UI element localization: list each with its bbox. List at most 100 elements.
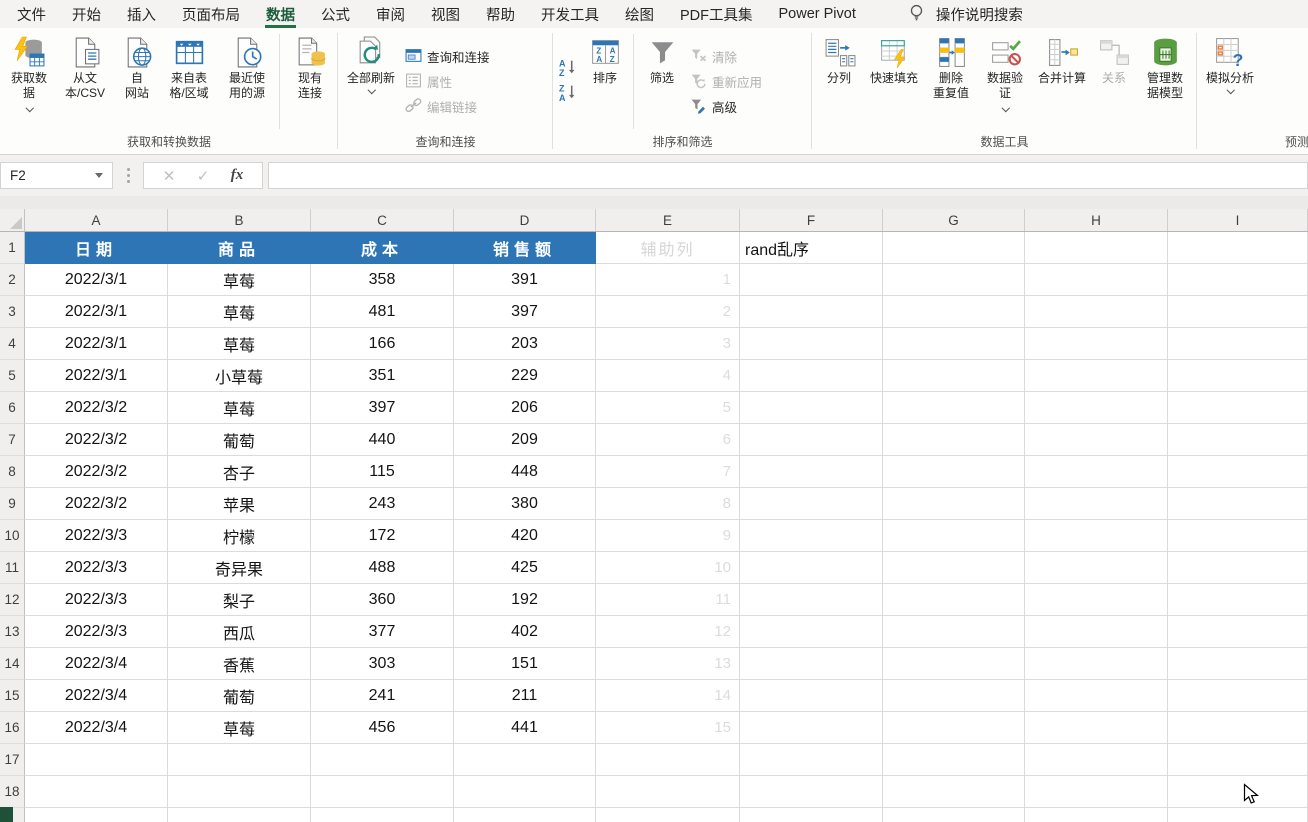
cell-F4[interactable] bbox=[740, 328, 883, 360]
cell-A18[interactable] bbox=[25, 776, 168, 808]
cell-F5[interactable] bbox=[740, 360, 883, 392]
column-header-F[interactable]: F bbox=[740, 209, 883, 231]
cell-E9[interactable]: 8 bbox=[596, 488, 740, 520]
cell-A12[interactable]: 2022/3/3 bbox=[25, 584, 168, 616]
cell-H7[interactable] bbox=[1025, 424, 1168, 456]
get-data-button[interactable]: 获取数据 bbox=[2, 30, 56, 133]
cell-G18[interactable] bbox=[883, 776, 1025, 808]
select-all-corner[interactable] bbox=[0, 209, 25, 231]
cell-C6[interactable]: 397 bbox=[311, 392, 454, 424]
cell-G12[interactable] bbox=[883, 584, 1025, 616]
properties-button[interactable]: 属性 bbox=[405, 71, 490, 93]
cell-I7[interactable] bbox=[1168, 424, 1308, 456]
cell-B5[interactable]: 小草莓 bbox=[168, 360, 311, 392]
cell-I2[interactable] bbox=[1168, 264, 1308, 296]
cell-B15[interactable]: 葡萄 bbox=[168, 680, 311, 712]
cell-A15[interactable]: 2022/3/4 bbox=[25, 680, 168, 712]
cell-G1[interactable] bbox=[883, 232, 1025, 264]
cell-C10[interactable]: 172 bbox=[311, 520, 454, 552]
cell-F3[interactable] bbox=[740, 296, 883, 328]
cell-E14[interactable]: 13 bbox=[596, 648, 740, 680]
row-header-8[interactable]: 8 bbox=[0, 456, 25, 488]
refresh-all-button[interactable]: 全部刷新 bbox=[340, 30, 402, 133]
cell-B19[interactable] bbox=[168, 808, 311, 822]
row-header-9[interactable]: 9 bbox=[0, 488, 25, 520]
cell-G4[interactable] bbox=[883, 328, 1025, 360]
cell-I10[interactable] bbox=[1168, 520, 1308, 552]
cell-C8[interactable]: 115 bbox=[311, 456, 454, 488]
cell-I13[interactable] bbox=[1168, 616, 1308, 648]
sort-descending-button[interactable]: ZA bbox=[558, 83, 577, 105]
cell-C13[interactable]: 377 bbox=[311, 616, 454, 648]
cell-C7[interactable]: 440 bbox=[311, 424, 454, 456]
row-header-16[interactable]: 16 bbox=[0, 712, 25, 744]
cell-C14[interactable]: 303 bbox=[311, 648, 454, 680]
name-box-dropdown-icon[interactable] bbox=[95, 173, 103, 178]
row-header-5[interactable]: 5 bbox=[0, 360, 25, 392]
cell-I19[interactable] bbox=[1168, 808, 1308, 822]
cell-F15[interactable] bbox=[740, 680, 883, 712]
row-header-2[interactable]: 2 bbox=[0, 264, 25, 296]
cell-I9[interactable] bbox=[1168, 488, 1308, 520]
cell-G3[interactable] bbox=[883, 296, 1025, 328]
cell-F17[interactable] bbox=[740, 744, 883, 776]
insert-function-icon[interactable]: fx bbox=[231, 167, 244, 184]
cell-F6[interactable] bbox=[740, 392, 883, 424]
cell-A14[interactable]: 2022/3/4 bbox=[25, 648, 168, 680]
cell-G9[interactable] bbox=[883, 488, 1025, 520]
row-header-15[interactable]: 15 bbox=[0, 680, 25, 712]
cell-G13[interactable] bbox=[883, 616, 1025, 648]
cell-E6[interactable]: 5 bbox=[596, 392, 740, 424]
cell-G8[interactable] bbox=[883, 456, 1025, 488]
cell-G10[interactable] bbox=[883, 520, 1025, 552]
cell-D3[interactable]: 397 bbox=[454, 296, 596, 328]
cell-H8[interactable] bbox=[1025, 456, 1168, 488]
column-header-A[interactable]: A bbox=[25, 209, 168, 231]
cell-E4[interactable]: 3 bbox=[596, 328, 740, 360]
cell-H18[interactable] bbox=[1025, 776, 1168, 808]
column-header-C[interactable]: C bbox=[311, 209, 454, 231]
cell-F2[interactable] bbox=[740, 264, 883, 296]
cell-H2[interactable] bbox=[1025, 264, 1168, 296]
cell-C19[interactable] bbox=[311, 808, 454, 822]
cell-D15[interactable]: 211 bbox=[454, 680, 596, 712]
menu-tab-2[interactable]: 插入 bbox=[114, 0, 169, 28]
cell-B8[interactable]: 杏子 bbox=[168, 456, 311, 488]
consolidate-button[interactable]: 合并计算 bbox=[1032, 30, 1092, 133]
cell-D5[interactable]: 229 bbox=[454, 360, 596, 392]
cell-D18[interactable] bbox=[454, 776, 596, 808]
menu-tab-6[interactable]: 审阅 bbox=[363, 0, 418, 28]
cell-D6[interactable]: 206 bbox=[454, 392, 596, 424]
cell-A4[interactable]: 2022/3/1 bbox=[25, 328, 168, 360]
cell-D13[interactable]: 402 bbox=[454, 616, 596, 648]
cell-F1[interactable]: rand乱序 bbox=[740, 232, 883, 264]
menu-tab-1[interactable]: 开始 bbox=[59, 0, 114, 28]
cell-G7[interactable] bbox=[883, 424, 1025, 456]
cell-A7[interactable]: 2022/3/2 bbox=[25, 424, 168, 456]
cell-A8[interactable]: 2022/3/2 bbox=[25, 456, 168, 488]
text-to-columns-button[interactable]: 分列 bbox=[814, 30, 864, 133]
cell-I6[interactable] bbox=[1168, 392, 1308, 424]
cell-B14[interactable]: 香蕉 bbox=[168, 648, 311, 680]
cell-E5[interactable]: 4 bbox=[596, 360, 740, 392]
cell-B13[interactable]: 西瓜 bbox=[168, 616, 311, 648]
menu-tab-10[interactable]: 绘图 bbox=[612, 0, 667, 28]
cell-I1[interactable] bbox=[1168, 232, 1308, 264]
cell-A1[interactable]: 日期 bbox=[25, 232, 168, 264]
row-header-7[interactable]: 7 bbox=[0, 424, 25, 456]
reapply-button[interactable]: 重新应用 bbox=[690, 71, 762, 93]
cell-D11[interactable]: 425 bbox=[454, 552, 596, 584]
cell-D2[interactable]: 391 bbox=[454, 264, 596, 296]
cell-F12[interactable] bbox=[740, 584, 883, 616]
row-header-17[interactable]: 17 bbox=[0, 744, 25, 776]
cell-F19[interactable] bbox=[740, 808, 883, 822]
row-header-1[interactable]: 1 bbox=[0, 232, 25, 264]
cell-B16[interactable]: 草莓 bbox=[168, 712, 311, 744]
cell-H9[interactable] bbox=[1025, 488, 1168, 520]
formula-bar-handle[interactable] bbox=[113, 168, 143, 183]
remove-duplicates-button[interactable]: 删除 重复值 bbox=[924, 30, 978, 133]
cell-B10[interactable]: 柠檬 bbox=[168, 520, 311, 552]
cell-B4[interactable]: 草莓 bbox=[168, 328, 311, 360]
column-header-G[interactable]: G bbox=[883, 209, 1025, 231]
cell-A10[interactable]: 2022/3/3 bbox=[25, 520, 168, 552]
